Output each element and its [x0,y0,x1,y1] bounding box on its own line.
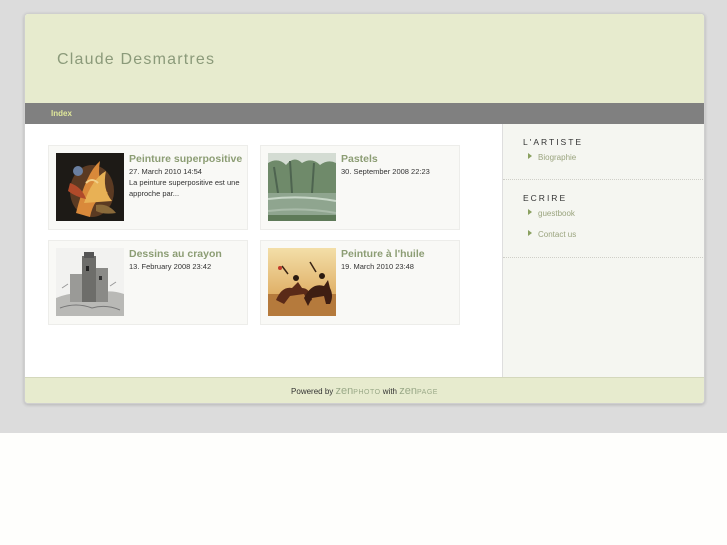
nav-item-index[interactable]: Index [51,109,72,118]
with-text: with [382,387,398,396]
zenphoto-link[interactable]: zenPHOTO [335,385,381,397]
album-thumbnail[interactable] [56,153,124,221]
album-title[interactable]: Peinture à l'huile [341,248,425,260]
sidebar-link-contact-us[interactable]: Contact us [528,230,576,239]
site-header: Claude Desmartres [25,14,704,104]
album-thumbnail[interactable] [56,248,124,316]
sidebar-link-label: Biographie [538,153,577,162]
sidebar: L'ARTISTE Biographie ECRIRE guestbook Co… [502,124,704,377]
sidebar-link-biographie[interactable]: Biographie [528,153,576,162]
album-thumbnail[interactable] [268,153,336,221]
page-container: Claude Desmartres Index Peinture superpo… [24,13,705,404]
zenphoto-zen: zen [335,385,354,397]
album-list: Peinture superpositive 27. March 2010 14… [25,124,502,377]
album-date: 19. March 2010 23:48 [341,262,414,271]
sidebar-heading-artiste: L'ARTISTE [523,137,584,147]
album-title[interactable]: Pastels [341,153,378,165]
album-date: 13. February 2008 23:42 [129,262,212,271]
nav-bar: Index [25,103,704,124]
album-description: La peinture superpositive est une approc… [129,178,240,198]
album-card-peinture-a-l-huile[interactable]: Peinture à l'huile 19. March 2010 23:48 [260,240,460,325]
sidebar-link-label: guestbook [538,209,575,218]
album-thumbnail[interactable] [268,248,336,316]
zenpage-zen: zen [399,385,417,397]
bullet-icon [528,209,532,215]
site-title[interactable]: Claude Desmartres [57,51,215,69]
zenpage-page: PAGE [417,389,438,396]
bullet-icon [528,230,532,236]
album-card-pastels[interactable]: Pastels 30. September 2008 22:23 [260,145,460,230]
album-date: 30. September 2008 22:23 [341,167,430,176]
sidebar-link-guestbook[interactable]: guestbook [528,209,575,218]
album-title[interactable]: Peinture superpositive [129,153,242,165]
album-title[interactable]: Dessins au crayon [129,248,222,260]
sidebar-link-label: Contact us [538,230,577,239]
album-date: 27. March 2010 14:54 [129,167,202,176]
sidebar-heading-ecrire: ECRIRE [523,193,568,203]
bullet-icon [528,153,532,159]
sidebar-section-ecrire: ECRIRE guestbook Contact us [503,180,704,258]
album-card-peinture-superpositive[interactable]: Peinture superpositive 27. March 2010 14… [48,145,248,230]
zenpage-link[interactable]: zenPAGE [399,385,438,397]
site-footer: Powered by zenPHOTO with zenPAGE [25,377,704,403]
zenphoto-photo: PHOTO [353,389,381,396]
powered-by-text: Powered by [291,387,334,396]
sidebar-section-artiste: L'ARTISTE Biographie [503,124,704,180]
album-card-dessins-au-crayon[interactable]: Dessins au crayon 13. February 2008 23:4… [48,240,248,325]
